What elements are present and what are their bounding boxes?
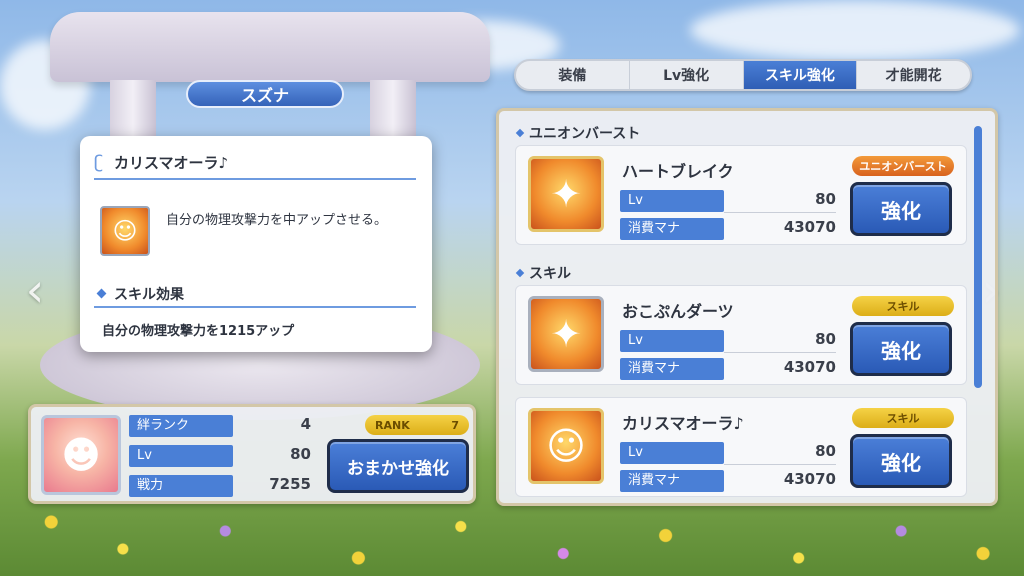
tab-skill-enhance[interactable]: スキル強化 [743, 61, 858, 89]
skill-icon: ☺ [100, 206, 150, 256]
skill-name: カリスマオーラ♪ [622, 414, 744, 433]
divider [724, 212, 836, 213]
skill-row: ✦ ハートブレイク Lv 80 消費マナ 43070 ユニオンバースト 強化 [515, 145, 967, 245]
union-burst-section-header: ユニオンバースト [515, 123, 640, 143]
skill-lv-label: Lv [620, 190, 724, 212]
skill-name: おこぷんダーツ [622, 302, 734, 321]
avatar[interactable]: ☻ [41, 415, 121, 495]
diamond-icon [96, 288, 107, 299]
rank-badge: RANK 7 [365, 415, 469, 435]
skill-lv-label: Lv [620, 330, 724, 352]
swirl-icon: ʗ [94, 152, 104, 173]
skill-lv-value: 80 [815, 190, 836, 208]
tab-equipment[interactable]: 装備 [516, 61, 630, 89]
skill-lv-label: Lv [620, 442, 724, 464]
scrollbar[interactable] [974, 126, 982, 388]
level-value: 80 [290, 445, 311, 463]
rank-value: 4 [300, 415, 311, 433]
enhance-button[interactable]: 強化 [850, 182, 952, 236]
diamond-icon [515, 268, 525, 278]
auto-enhance-button[interactable]: おまかせ強化 [327, 439, 469, 493]
diamond-icon [515, 128, 525, 138]
skill-lv-value: 80 [815, 442, 836, 460]
skill-cost-value: 43070 [783, 470, 836, 488]
character-panel: ☻ 絆ランク 4 Lv 80 戦力 7255 RANK 7 おまかせ強化 [28, 404, 476, 504]
skill-lv-value: 80 [815, 330, 836, 348]
skill-cost-value: 43070 [783, 358, 836, 376]
divider [724, 464, 836, 465]
skill-badge: スキル [852, 296, 954, 316]
union-burst-badge: ユニオンバースト [852, 156, 954, 176]
skill-cost-value: 43070 [783, 218, 836, 236]
chevron-left-icon[interactable]: ‹ [20, 262, 50, 318]
skill-icon[interactable]: ☺ [528, 408, 604, 484]
power-value: 7255 [269, 475, 311, 493]
skill-tooltip: ʗ カリスマオーラ♪ ☺ 自分の物理攻撃力を中アップさせる。 スキル効果 自分の… [80, 136, 432, 352]
enhance-button[interactable]: 強化 [850, 434, 952, 488]
effect-text: 自分の物理攻撃力を1215アップ [102, 324, 295, 339]
effect-title: スキル効果 [114, 287, 184, 303]
tab-level-up[interactable]: Lv強化 [630, 61, 744, 89]
skill-badge: スキル [852, 408, 954, 428]
effect-header: スキル効果 [94, 280, 416, 308]
skill-cost-label: 消費マナ [620, 218, 724, 240]
enhance-button[interactable]: 強化 [850, 322, 952, 376]
skill-section-header: スキル [515, 263, 571, 283]
tooltip-description: 自分の物理攻撃力を中アップさせる。 [166, 213, 388, 228]
arch-decoration [50, 12, 490, 82]
tooltip-header: ʗ カリスマオーラ♪ [94, 150, 416, 180]
skill-row: ✦ おこぷんダーツ Lv 80 消費マナ 43070 スキル 強化 [515, 285, 967, 385]
character-name: スズナ [186, 80, 344, 108]
skill-cost-label: 消費マナ [620, 470, 724, 492]
skill-icon[interactable]: ✦ [528, 296, 604, 372]
tooltip-title: カリスマオーラ♪ [114, 154, 229, 172]
tab-bar: 装備 Lv強化 スキル強化 才能開花 [514, 59, 972, 91]
skill-name: ハートブレイク [622, 162, 734, 181]
divider [724, 352, 836, 353]
skill-row: ☺ カリスマオーラ♪ Lv 80 消費マナ 43070 スキル 強化 [515, 397, 967, 497]
skill-panel: ユニオンバースト ✦ ハートブレイク Lv 80 消費マナ 43070 ユニオン… [496, 108, 998, 506]
tab-talent[interactable]: 才能開花 [857, 61, 970, 89]
skill-cost-label: 消費マナ [620, 358, 724, 380]
skill-icon[interactable]: ✦ [528, 156, 604, 232]
